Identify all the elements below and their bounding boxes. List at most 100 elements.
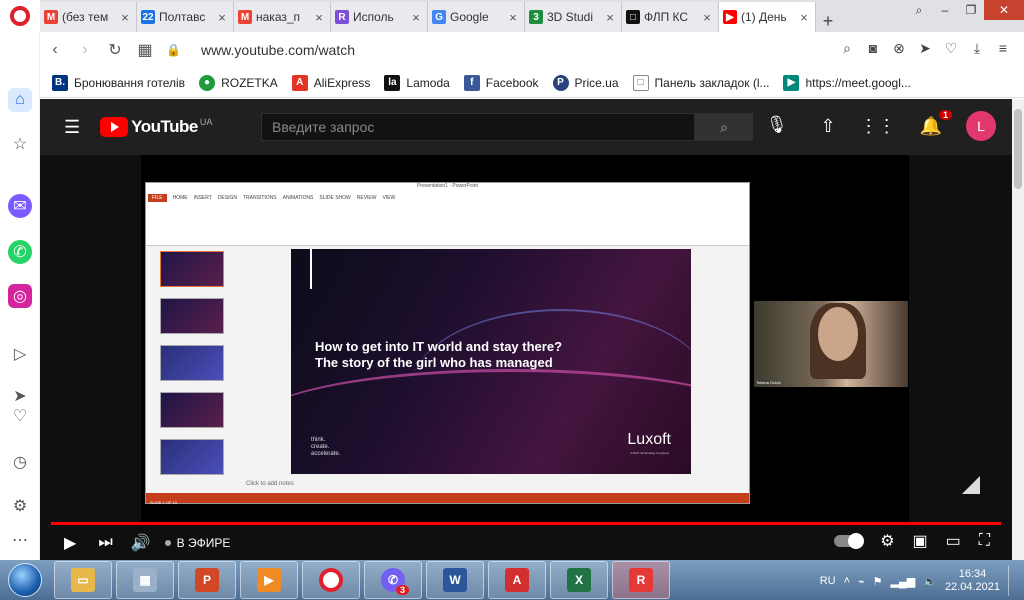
- tabs-grid-icon[interactable]: ▦: [130, 40, 160, 60]
- show-desktop-button[interactable]: [1008, 566, 1016, 596]
- microphone-icon[interactable]: 🎙: [766, 115, 788, 135]
- url-field[interactable]: www.youtube.com/watch: [201, 42, 355, 58]
- language-indicator[interactable]: RU: [820, 575, 836, 587]
- bookmarks-star-icon[interactable]: ☆: [8, 132, 32, 156]
- taskbar-powerpoint[interactable]: P: [178, 561, 236, 599]
- bookmark-rozetka[interactable]: ● ROZETKA: [199, 74, 278, 91]
- maximize-icon[interactable]: ❐: [958, 0, 984, 20]
- tab-2[interactable]: Mнаказ_п ×: [234, 2, 331, 32]
- play-icon[interactable]: ▶: [64, 533, 76, 553]
- live-indicator[interactable]: В ЭФИРЕ: [164, 536, 230, 550]
- instagram-icon[interactable]: ◎: [8, 284, 32, 308]
- tab-6[interactable]: □ ФЛП КС ×: [622, 2, 719, 32]
- download-icon[interactable]: ⤓: [970, 40, 984, 57]
- site-icon: □: [626, 10, 640, 24]
- home-icon[interactable]: ⌂: [8, 88, 32, 112]
- forward-icon[interactable]: ›: [70, 41, 100, 59]
- close-icon[interactable]: ×: [409, 10, 423, 25]
- easy-setup-icon[interactable]: ≡: [996, 40, 1010, 57]
- tab-3[interactable]: R Исполь ×: [331, 2, 428, 32]
- minimize-icon[interactable]: –: [932, 0, 958, 20]
- next-icon[interactable]: ⏭: [98, 534, 112, 552]
- search-input[interactable]: Введите запрос: [261, 113, 695, 141]
- new-tab-button[interactable]: +: [816, 11, 840, 32]
- share-icon[interactable]: ➤: [918, 40, 932, 57]
- viber-badge: 3: [395, 585, 409, 595]
- presentation-slide: How to get into IT world and stay there?…: [291, 249, 691, 474]
- taskbar-excel[interactable]: X: [550, 561, 608, 599]
- usb-icon[interactable]: ⌁: [858, 575, 865, 588]
- hamburger-menu-icon[interactable]: ☰: [64, 117, 80, 138]
- taskbar-opera[interactable]: [302, 561, 360, 599]
- page-scrollbar[interactable]: [1012, 99, 1024, 560]
- search-icon: ⌕: [720, 119, 728, 135]
- close-icon[interactable]: ×: [797, 10, 811, 25]
- opera-logo-icon: [10, 6, 30, 26]
- taskbar-media-player[interactable]: ▶: [240, 561, 298, 599]
- folder-icon: □: [632, 74, 649, 91]
- tab-0[interactable]: M (без тем ×: [40, 2, 137, 32]
- taskbar-word[interactable]: W: [426, 561, 484, 599]
- close-icon[interactable]: ×: [312, 10, 326, 25]
- heart-icon[interactable]: ♡: [8, 404, 32, 428]
- bookmark-meet[interactable]: ▶ https://meet.googl...: [783, 74, 911, 91]
- miniplayer-icon[interactable]: ▣: [913, 531, 928, 551]
- tab-1[interactable]: 22 Полтавс ×: [137, 2, 234, 32]
- opera-menu-button[interactable]: [0, 0, 40, 32]
- autoplay-toggle[interactable]: [834, 533, 865, 549]
- youtube-logo[interactable]: YouTube UA: [100, 117, 212, 137]
- tab-4[interactable]: G Google ×: [428, 2, 525, 32]
- more-icon[interactable]: ⋯: [8, 528, 32, 552]
- search-tabs-icon[interactable]: ⌕: [906, 0, 932, 20]
- start-button[interactable]: [0, 560, 50, 600]
- zoom-search-icon[interactable]: ⌕: [840, 40, 854, 57]
- lock-icon[interactable]: 🔒: [166, 43, 181, 57]
- close-icon[interactable]: ×: [506, 10, 520, 25]
- volume-icon[interactable]: 🔊: [131, 533, 151, 553]
- bookmark-facebook[interactable]: f Facebook: [463, 74, 539, 91]
- network-signal-icon[interactable]: ▂▄▆: [891, 575, 916, 588]
- back-icon[interactable]: ‹: [40, 41, 70, 59]
- settings-gear-icon[interactable]: ⚙: [880, 531, 894, 551]
- avatar[interactable]: L: [966, 111, 996, 141]
- heart-icon[interactable]: ♡: [944, 40, 958, 57]
- fullscreen-icon[interactable]: ⛶: [979, 532, 990, 550]
- whatsapp-icon[interactable]: ✆: [8, 240, 32, 264]
- taskbar-explorer[interactable]: ▭: [54, 561, 112, 599]
- upload-icon[interactable]: ⇧: [820, 116, 835, 137]
- theater-mode-icon[interactable]: ▭: [946, 531, 961, 551]
- slide-tagline: think. create. accelerate.: [311, 437, 341, 457]
- bookmark-aliexpress[interactable]: A AliExpress: [291, 74, 370, 91]
- messenger-icon[interactable]: ✉: [8, 194, 32, 218]
- close-icon[interactable]: ×: [118, 10, 132, 25]
- volume-icon[interactable]: 🔈: [923, 575, 937, 588]
- bookmark-price[interactable]: P Price.ua: [552, 74, 619, 91]
- block-icon[interactable]: ⊗: [892, 40, 906, 57]
- apps-grid-icon[interactable]: ⋮⋮: [860, 116, 896, 137]
- close-icon[interactable]: ×: [700, 10, 714, 25]
- taskbar-acrobat[interactable]: A: [488, 561, 546, 599]
- bookmark-folder[interactable]: □ Панель закладок (l...: [632, 74, 769, 91]
- camera-icon[interactable]: ◙: [866, 40, 880, 57]
- notifications-bell-icon[interactable]: 🔔 1: [920, 109, 952, 137]
- history-clock-icon[interactable]: ◷: [8, 450, 32, 474]
- clock[interactable]: 16:34 22.04.2021: [945, 568, 1000, 594]
- chevron-up-icon[interactable]: ˄: [844, 575, 850, 587]
- tab-5[interactable]: 3 3D Studi ×: [525, 2, 622, 32]
- close-icon[interactable]: ×: [215, 10, 229, 25]
- bookmark-booking[interactable]: B. Бронювання готелів: [52, 74, 185, 91]
- video-player[interactable]: Presentation1 - PowerPoint FILE HOME INS…: [141, 155, 980, 525]
- tab-7[interactable]: ▶ (1) День ×: [719, 2, 816, 32]
- live-dot-icon: [164, 539, 171, 546]
- flag-icon[interactable]: ⚑: [873, 575, 883, 588]
- bookmark-lamoda[interactable]: la Lamoda: [384, 74, 450, 91]
- settings-gear-icon[interactable]: ⚙: [8, 494, 32, 518]
- reload-icon[interactable]: ↻: [100, 40, 130, 60]
- search-button[interactable]: ⌕: [695, 113, 753, 141]
- player-icon[interactable]: ▷: [8, 342, 32, 366]
- taskbar-viber[interactable]: ✆ 3: [364, 561, 422, 599]
- taskbar-calculator[interactable]: ▦: [116, 561, 174, 599]
- taskbar-app[interactable]: R: [612, 561, 670, 599]
- close-window-icon[interactable]: ✕: [984, 0, 1024, 20]
- close-icon[interactable]: ×: [603, 10, 617, 25]
